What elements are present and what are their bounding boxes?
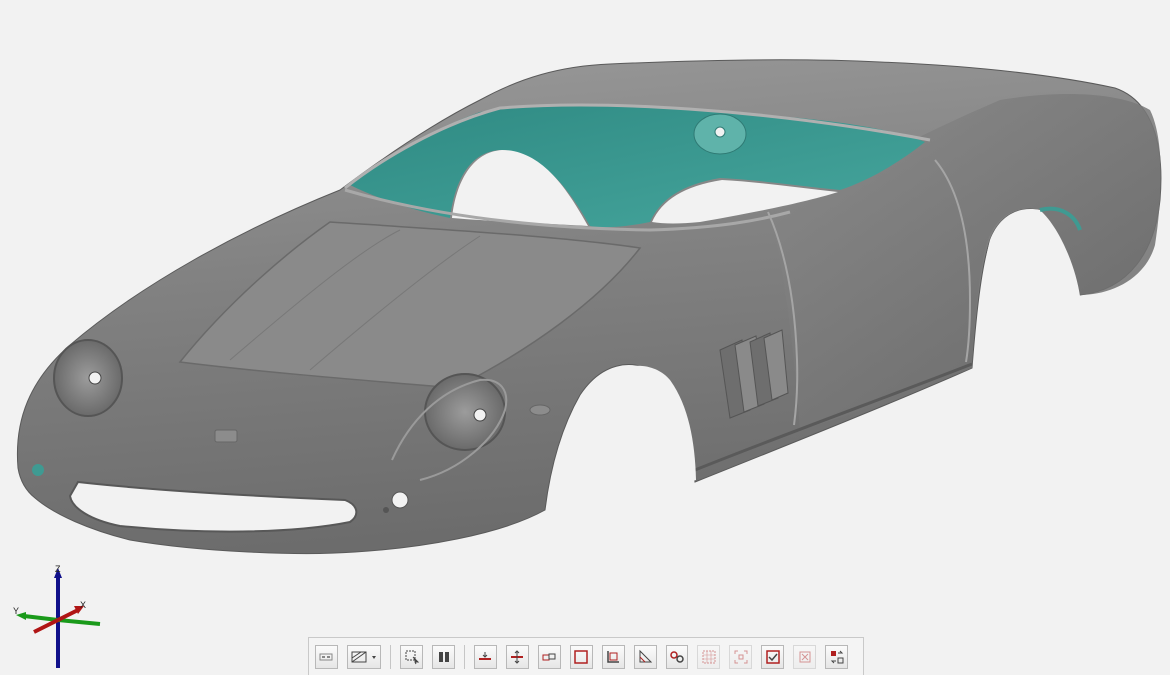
headlight-left [53,339,123,417]
zoom-fit-button[interactable] [729,644,753,669]
angle-measure-button[interactable] [633,644,657,669]
check-apply-icon [766,649,780,664]
fit-boundary-icon [607,650,620,663]
check-apply-button[interactable] [761,644,785,669]
zoom-fit-icon [734,650,748,663]
point-pair-icon [670,650,684,663]
boundary-box-icon [574,649,588,664]
section-plane-button[interactable] [474,644,497,669]
split-view-button[interactable] [432,644,456,669]
y-axis [23,614,59,622]
x-axis [57,608,79,622]
select-region-icon [405,650,419,664]
section-offset-button[interactable] [505,644,529,669]
split-view-icon [438,651,449,662]
toolbar-separator [390,644,392,669]
view-toolbar [308,637,864,675]
boundary-box-button[interactable] [569,644,593,669]
measure-distance-button[interactable] [537,644,561,669]
swap-transform-icon [830,650,844,663]
x-axis-neg [33,618,59,634]
grid-select-button[interactable] [697,644,721,669]
toolbar-separator [464,644,465,669]
display-mode-button[interactable] [315,644,338,669]
display-mode-icon [319,653,333,660]
x-axis-label: X [80,600,86,610]
3d-viewport[interactable]: Z Y X [0,0,1170,675]
clear-selection-button[interactable] [793,644,817,669]
section-plane-icon [479,651,492,660]
grid-select-icon [702,650,716,663]
car-body-model[interactable] [0,0,1170,675]
measure-distance-icon [542,653,556,660]
section-offset-icon [511,649,524,664]
point-pair-button[interactable] [665,644,689,669]
z-axis-label: Z [55,564,61,574]
swap-transform-button[interactable] [825,644,849,669]
y-axis-neg [57,618,101,626]
fit-boundary-button[interactable] [601,644,625,669]
select-region-button[interactable] [400,644,424,669]
y-axis-label: Y [13,606,19,616]
orientation-triad: Z Y X [13,564,101,668]
render-style-dropdown-icon [351,651,377,662]
clear-selection-icon [799,651,811,662]
angle-measure-icon [639,649,653,662]
render-style-button[interactable] [346,644,382,669]
